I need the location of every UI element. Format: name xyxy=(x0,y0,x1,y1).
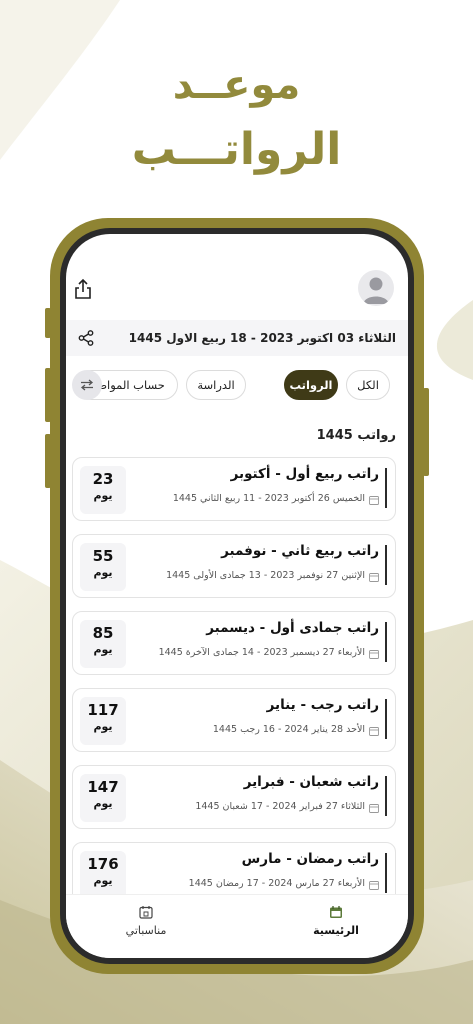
days-unit: يوم xyxy=(93,489,113,502)
days-remaining: 117 يوم xyxy=(80,697,126,745)
chip-study[interactable]: الدراسة xyxy=(186,370,246,400)
salary-title: راتب جمادى أول - ديسمبر xyxy=(206,620,379,636)
days-count: 147 xyxy=(87,778,119,796)
salary-title: راتب شعبان - فبراير xyxy=(243,774,379,790)
salary-card[interactable]: راتب ربيع ثاني - نوفمبر الإثنين 27 نوفمب… xyxy=(72,534,396,598)
days-remaining: 176 يوم xyxy=(80,851,126,894)
salary-title: راتب رجب - يناير xyxy=(266,697,379,713)
card-accent-bar xyxy=(385,545,387,585)
days-unit: يوم xyxy=(93,797,113,810)
section-title: رواتب 1445 xyxy=(316,428,396,443)
user-avatar-icon xyxy=(363,277,389,304)
days-unit: يوم xyxy=(93,566,113,579)
calendar-icon xyxy=(369,573,379,582)
days-unit: يوم xyxy=(93,720,113,733)
swap-button[interactable] xyxy=(72,370,102,400)
headline-line-1: موعــد xyxy=(172,62,301,108)
salary-card[interactable]: راتب ربيع أول - أكتوبر الخميس 26 أكتوبر … xyxy=(72,457,396,521)
calendar-icon xyxy=(369,727,379,736)
days-remaining: 23 يوم xyxy=(80,466,126,514)
days-remaining: 55 يوم xyxy=(80,543,126,591)
days-count: 176 xyxy=(87,855,119,873)
headline-line-2: الرواتـــب xyxy=(131,124,342,175)
nav-my-events-label: مناسباتي xyxy=(125,924,167,937)
today-date: الثلاثاء 03 اكتوبر 2023 - 18 ربيع الاول … xyxy=(128,331,397,345)
card-accent-bar xyxy=(385,776,387,816)
calendar-icon xyxy=(369,496,379,505)
share-icon[interactable] xyxy=(78,330,94,346)
filter-chips: الكل الرواتب الدراسة حساب المواطن xyxy=(66,370,408,400)
nav-my-events[interactable]: مناسباتي xyxy=(106,905,186,937)
card-accent-bar xyxy=(385,699,387,739)
days-unit: يوم xyxy=(93,643,113,656)
days-count: 85 xyxy=(92,624,114,642)
top-bar xyxy=(66,266,408,310)
chip-all[interactable]: الكل xyxy=(346,370,390,400)
card-accent-bar xyxy=(385,468,387,508)
salary-title: راتب رمضان - مارس xyxy=(241,851,379,867)
salary-date: الثلاثاء 27 فبراير 2024 - 17 شعبان 1445 xyxy=(195,801,365,812)
calendar-events-icon xyxy=(139,906,153,919)
salary-date: الأربعاء 27 ديسمبر 2023 - 14 جمادى الآخر… xyxy=(158,647,365,658)
card-accent-bar xyxy=(385,622,387,662)
nav-home-label: الرئيسية xyxy=(313,924,359,937)
chip-salaries[interactable]: الرواتب xyxy=(284,370,338,400)
date-bar: الثلاثاء 03 اكتوبر 2023 - 18 ربيع الاول … xyxy=(66,320,408,356)
salary-date: الأربعاء 27 مارس 2024 - 17 رمضان 1445 xyxy=(188,878,365,889)
nav-home[interactable]: الرئيسية xyxy=(296,905,376,937)
app-screen: الثلاثاء 03 اكتوبر 2023 - 18 ربيع الاول … xyxy=(66,234,408,958)
calendar-icon xyxy=(369,881,379,890)
days-count: 117 xyxy=(87,701,119,719)
salary-title: راتب ربيع ثاني - نوفمبر xyxy=(221,543,379,559)
days-remaining: 147 يوم xyxy=(80,774,126,822)
days-count: 55 xyxy=(92,547,114,565)
days-unit: يوم xyxy=(93,874,113,887)
salary-date: الخميس 26 أكتوبر 2023 - 11 ربيع الثاني 1… xyxy=(172,493,365,504)
card-accent-bar xyxy=(385,853,387,893)
salary-card[interactable]: راتب رجب - يناير الأحد 28 يناير 2024 - 1… xyxy=(72,688,396,752)
calendar-home-icon xyxy=(330,906,342,918)
bottom-nav: الرئيسية مناسباتي xyxy=(66,894,408,958)
salary-title: راتب ربيع أول - أكتوبر xyxy=(230,466,379,482)
calendar-icon xyxy=(369,804,379,813)
salary-card[interactable]: راتب شعبان - فبراير الثلاثاء 27 فبراير 2… xyxy=(72,765,396,829)
share-upload-icon[interactable] xyxy=(74,278,92,300)
salary-card[interactable]: راتب جمادى أول - ديسمبر الأربعاء 27 ديسم… xyxy=(72,611,396,675)
salary-date: الإثنين 27 نوفمبر 2023 - 13 جمادى الأولى… xyxy=(166,570,365,581)
swap-arrows-icon xyxy=(80,379,94,391)
avatar[interactable] xyxy=(358,270,394,306)
salary-date: الأحد 28 يناير 2024 - 16 رجب 1445 xyxy=(212,724,365,735)
salary-list: راتب ربيع أول - أكتوبر الخميس 26 أكتوبر … xyxy=(66,457,408,894)
calendar-icon xyxy=(369,650,379,659)
days-remaining: 85 يوم xyxy=(80,620,126,668)
salary-card[interactable]: راتب رمضان - مارس الأربعاء 27 مارس 2024 … xyxy=(72,842,396,894)
days-count: 23 xyxy=(92,470,114,488)
